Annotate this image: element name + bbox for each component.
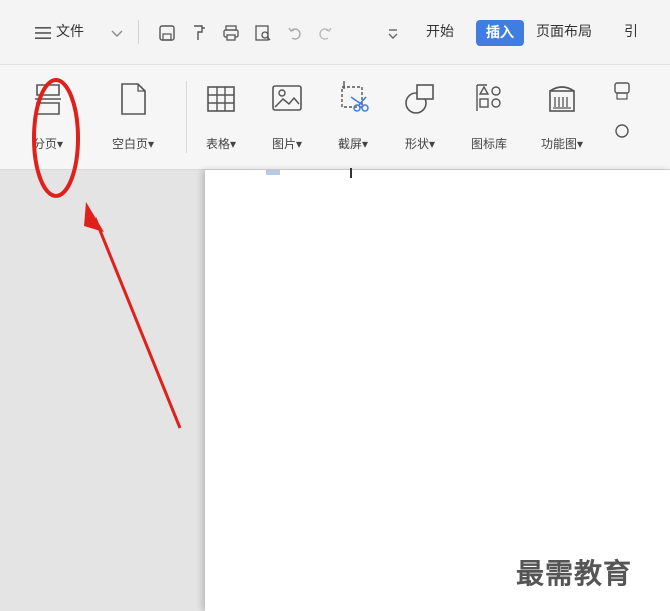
table-icon	[207, 86, 235, 112]
icon-library-button[interactable]: 图标库	[460, 81, 518, 161]
tab-page-layout[interactable]: 页面布局	[536, 22, 592, 42]
blank-page-label: 空白页▾	[111, 137, 155, 151]
redo-icon[interactable]	[316, 24, 334, 42]
save-icon[interactable]	[158, 24, 176, 42]
function-chart-icon	[549, 86, 575, 112]
page-break-label: 分页▾	[32, 137, 64, 151]
partial-ribbon-icon[interactable]	[612, 79, 632, 139]
file-menu[interactable]: 文件	[56, 22, 84, 42]
tab-home[interactable]: 开始	[426, 22, 454, 42]
shape-button[interactable]: 形状▾	[392, 81, 448, 161]
screenshot-label: 截屏▾	[337, 137, 369, 151]
blank-page-icon	[121, 83, 146, 115]
screenshot-button[interactable]: 截屏▾	[324, 81, 382, 161]
shape-icon	[405, 84, 434, 114]
page-break-icon	[35, 84, 61, 115]
toolbar-divider	[138, 20, 139, 44]
shape-label: 形状▾	[404, 137, 436, 151]
picture-icon	[272, 85, 302, 111]
text-cursor	[350, 168, 352, 178]
print-icon[interactable]	[222, 24, 240, 42]
title-bar: 文件 开始 插入 页面布局 引	[0, 0, 670, 65]
table-button[interactable]: 表格▾	[192, 81, 250, 161]
navigation-pane	[0, 170, 205, 611]
customize-toolbar-icon[interactable]	[384, 24, 402, 42]
hamburger-menu-icon[interactable]	[34, 24, 52, 42]
undo-icon[interactable]	[286, 24, 304, 42]
screenshot-icon	[341, 81, 369, 112]
chevron-down-icon[interactable]	[110, 26, 124, 40]
picture-label: 图片▾	[271, 137, 303, 151]
table-label: 表格▾	[205, 137, 237, 151]
icon-library-label: 图标库	[470, 137, 507, 151]
function-chart-button[interactable]: 功能图▾	[528, 81, 596, 161]
function-chart-label: 功能图▾	[540, 137, 584, 151]
insert-ribbon: 分页▾ 空白页▾ 表格▾ 图片▾ 截屏▾ 形状▾ 图标库 功能图▾	[0, 65, 670, 170]
tab-insert[interactable]: 插入	[476, 20, 524, 46]
icon-library-icon	[476, 84, 501, 111]
tab-references[interactable]: 引	[624, 22, 638, 42]
print-preview-icon[interactable]	[254, 24, 272, 42]
page-break-button[interactable]: 分页▾	[18, 81, 78, 161]
blank-page-button[interactable]: 空白页▾	[94, 81, 172, 161]
format-painter-icon[interactable]	[190, 24, 208, 42]
document-page[interactable]	[205, 170, 670, 611]
watermark-text: 最需教育	[516, 557, 633, 590]
ribbon-divider	[186, 81, 187, 153]
picture-button[interactable]: 图片▾	[256, 81, 318, 161]
paragraph-marker	[266, 170, 280, 175]
